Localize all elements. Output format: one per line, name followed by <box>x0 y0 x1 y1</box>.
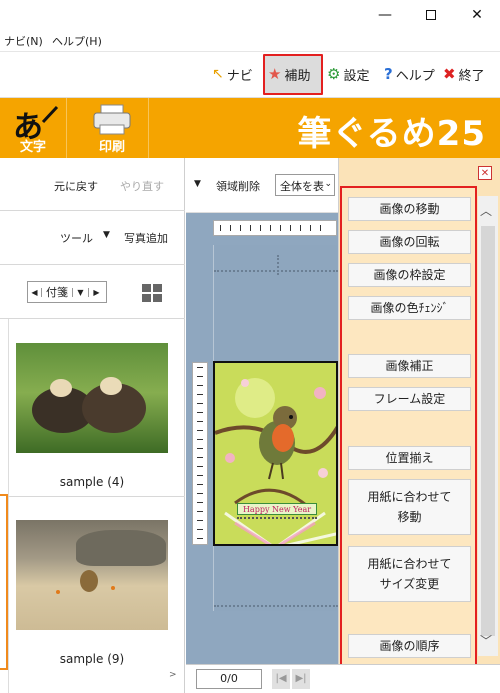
top-toolbar: ↖ ナビ ★ 補助 ⚙ 設定 ? ヘルプ ✖ 終了 <box>0 52 500 98</box>
sticky-label: 付箋 <box>46 286 68 299</box>
page-indicator: 0/0 <box>196 669 262 689</box>
squirrel-photo <box>16 520 168 630</box>
last-page-icon[interactable]: ▶| <box>292 669 310 689</box>
question-icon: ? <box>384 65 393 83</box>
divider <box>0 318 185 319</box>
settings-button[interactable]: ⚙ 設定 <box>327 62 369 86</box>
scrollbar-thumb[interactable] <box>481 226 495 636</box>
image-order-button[interactable]: 画像の順序 <box>348 634 471 658</box>
x-icon: ✖ <box>443 65 456 83</box>
scroll-down-icon[interactable]: ﹀ <box>480 632 492 649</box>
minimize-button[interactable]: — <box>362 0 408 30</box>
app-logo: 筆ぐるめ25 <box>297 114 486 154</box>
left-ruler <box>192 362 208 545</box>
move-image-button[interactable]: 画像の移動 <box>348 197 471 221</box>
help-button[interactable]: ? ヘルプ <box>384 62 435 86</box>
settings-label: 設定 <box>343 68 370 84</box>
navi-button[interactable]: ↖ ナビ <box>212 62 253 86</box>
rotate-image-button[interactable]: 画像の回転 <box>348 230 471 254</box>
postcard-image[interactable]: Happy New Year <box>213 361 338 546</box>
view-select[interactable]: 全体を表 ⌄ <box>275 174 335 196</box>
duckling-photo <box>16 343 168 453</box>
navi-label: ナビ <box>226 68 253 84</box>
text-handle <box>237 517 317 522</box>
image-correction-button[interactable]: 画像補正 <box>348 354 471 378</box>
thumbnail-caption: sample (4) <box>59 475 125 489</box>
divider <box>0 210 185 211</box>
divider <box>0 264 185 265</box>
hojo-button[interactable]: ★ 補助 <box>268 62 310 86</box>
thumbnail-caption: sample (9) <box>59 652 125 666</box>
star-icon: ★ <box>268 65 282 83</box>
chevron-down-icon: ⌄ <box>324 179 332 189</box>
moji-button[interactable]: あ 文字 <box>3 98 63 158</box>
menu-bar: ナビ(N) ヘルプ(H) <box>0 30 500 52</box>
top-ruler <box>213 220 337 236</box>
brush-icon <box>41 105 59 124</box>
menu-help[interactable]: ヘルプ(H) <box>52 33 102 49</box>
frame-settings-button[interactable]: フレーム設定 <box>348 387 471 411</box>
sticky-selector[interactable]: ◀ 付箋 ▼ ▶ <box>27 281 107 303</box>
align-button[interactable]: 位置揃え <box>348 446 471 470</box>
dropdown-icon[interactable]: ▼ <box>72 287 88 297</box>
prev-icon[interactable]: ◀ <box>28 287 42 297</box>
menu-navi[interactable]: ナビ(N) <box>4 33 43 49</box>
maximize-button[interactable] <box>408 0 454 30</box>
thumbnail-item[interactable]: sample (9) <box>8 498 176 674</box>
ribbon: あ 文字 印刷 筆ぐるめ25 <box>0 98 500 158</box>
frame-image-button[interactable]: 画像の枠設定 <box>348 263 471 287</box>
undo-button[interactable]: 元に戻す <box>54 178 98 194</box>
divider <box>8 496 185 497</box>
printer-icon <box>93 104 131 135</box>
exit-label: 終了 <box>458 68 485 84</box>
preview-toolbar: ▼ 領域削除 全体を表 ⌄ <box>186 158 338 213</box>
bottom-bar: 0/0 |◀ ▶| <box>186 664 500 693</box>
fit-move-button[interactable]: 用紙に合わせて 移動 <box>348 479 471 535</box>
chevron-down-icon[interactable]: ▼ <box>103 230 110 240</box>
add-photo-button[interactable]: 写真追加 <box>124 230 168 246</box>
tool-menu[interactable]: ツール <box>60 230 93 246</box>
moji-icon: あ <box>13 110 43 145</box>
hojo-label: 補助 <box>284 68 311 84</box>
left-panel: 元に戻す やり直す ツール ▼ 写真追加 ◀ 付箋 ▼ ▶ sample (4)… <box>0 158 185 693</box>
help-label: ヘルプ <box>395 68 435 84</box>
greeting-text: Happy New Year <box>237 503 317 515</box>
fit-resize-button[interactable]: 用紙に合わせて サイズ変更 <box>348 546 471 602</box>
thumbnail-item[interactable]: sample (4) <box>8 321 176 497</box>
first-page-icon[interactable]: |◀ <box>272 669 290 689</box>
next-icon[interactable]: ▶ <box>88 287 104 297</box>
print-label: 印刷 <box>98 140 125 155</box>
title-bar: — ✕ <box>0 0 500 30</box>
grid-view-icon[interactable] <box>142 284 162 302</box>
view-select-value: 全体を表 <box>280 180 324 193</box>
exit-button[interactable]: ✖ 終了 <box>443 62 485 86</box>
scroll-up-icon[interactable]: ︿ <box>480 202 492 219</box>
selection-edge <box>0 494 8 670</box>
cursor-icon: ↖ <box>212 66 224 82</box>
scroll-right-icon[interactable]: > <box>169 670 177 680</box>
close-panel-icon[interactable]: ✕ <box>478 166 492 180</box>
color-change-button[interactable]: 画像の色ﾁｪﾝｼﾞ <box>348 296 471 320</box>
gear-icon: ⚙ <box>327 65 341 83</box>
print-button[interactable]: 印刷 <box>82 98 142 158</box>
redo-button[interactable]: やり直す <box>120 178 164 194</box>
chevron-down-icon[interactable]: ▼ <box>194 179 201 189</box>
image-action-panel: 画像の移動 画像の回転 画像の枠設定 画像の色ﾁｪﾝｼﾞ 画像補正 フレーム設定… <box>340 186 477 668</box>
area-delete-button[interactable]: 領域削除 <box>216 178 260 194</box>
close-window-button[interactable]: ✕ <box>454 0 500 30</box>
